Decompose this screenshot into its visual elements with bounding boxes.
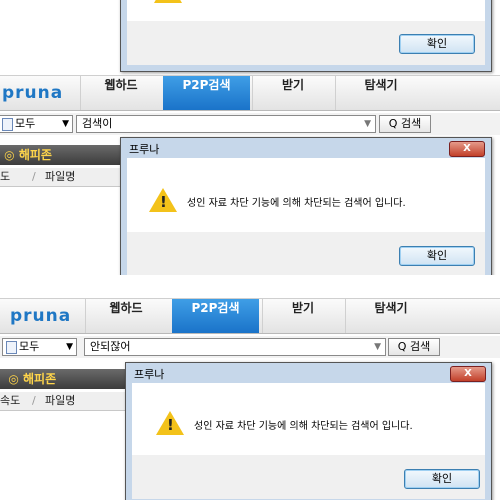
dialog-body: ! 성인 자료 차단 기능에 의해 차단되는 검색어 입니다. — [127, 158, 485, 232]
category-select[interactable]: 모두 ▼ — [2, 338, 77, 356]
column-filename[interactable]: 파일명 — [45, 168, 75, 186]
tab-explorer[interactable]: 탐색기 — [335, 76, 426, 110]
happy-zone-label: 해피존 — [18, 148, 52, 162]
column-header: 도 / 파일명 — [0, 168, 130, 187]
tab-explorer[interactable]: 탐색기 — [345, 299, 436, 333]
screenshot-panel-1: pruna 웹하드 P2P검색 받기 탐색기 모두 ▼ 검색이 ▼ Q 검색 ◎… — [0, 75, 500, 275]
search-input[interactable]: 검색이 ▼ — [76, 115, 376, 133]
dropdown-arrow-icon: ▼ — [66, 342, 73, 352]
pruna-logo: pruna — [10, 306, 72, 326]
history-dropdown-icon[interactable]: ▼ — [374, 339, 381, 355]
category-label: 모두 — [19, 340, 40, 353]
category-select[interactable]: 모두 ▼ — [0, 115, 73, 133]
pruna-logo: pruna — [2, 83, 64, 103]
dialog-footer: 확인 — [127, 21, 485, 65]
happy-zone-label: 해피존 — [23, 372, 57, 386]
ok-button[interactable]: 확인 — [399, 34, 475, 54]
happy-zone-bar[interactable]: ◎ 해피존 — [0, 369, 130, 389]
search-input[interactable]: 안되잖어 ▼ — [84, 338, 386, 356]
alert-dialog: 프루나 X ! 성인 자료 차단 기능에 의해 차단되는 검색어 입니다. 확인 — [120, 137, 492, 275]
close-button[interactable]: X — [450, 366, 486, 382]
ok-button[interactable]: 확인 — [404, 469, 480, 489]
document-icon — [2, 118, 13, 131]
main-navbar: pruna 웹하드 P2P검색 받기 탐색기 — [0, 298, 500, 334]
tab-download[interactable]: 받기 — [262, 299, 343, 333]
top-partial-panel: ! 확인 — [0, 0, 500, 75]
warning-icon: ! — [149, 188, 177, 212]
screenshot-panel-2: pruna 웹하드 P2P검색 받기 탐색기 모두 ▼ 안되잖어 ▼ Q 검색 … — [0, 298, 500, 500]
dialog-body: ! 성인 자료 차단 기능에 의해 차단되는 검색어 입니다. — [132, 383, 485, 455]
document-icon — [6, 341, 17, 354]
column-filename[interactable]: 파일명 — [45, 392, 75, 410]
alert-dialog: 프루나 X ! 성인 자료 차단 기능에 의해 차단되는 검색어 입니다. 확인 — [125, 362, 492, 500]
dialog-title: 프루나 — [129, 143, 160, 156]
tab-webhard[interactable]: 웹하드 — [85, 299, 166, 333]
dialog-cropped: ! 확인 — [120, 0, 492, 72]
column-speed[interactable]: 속도 — [0, 392, 20, 410]
search-query: 안되잖어 — [90, 340, 131, 353]
warning-icon: ! — [156, 411, 184, 435]
tab-download[interactable]: 받기 — [252, 76, 333, 110]
search-button[interactable]: Q 검색 — [379, 115, 431, 133]
dialog-footer: 확인 — [132, 455, 485, 499]
dialog-message: 성인 자료 차단 기능에 의해 차단되는 검색어 입니다. — [194, 421, 413, 432]
dialog-message: 성인 자료 차단 기능에 의해 차단되는 검색어 입니다. — [187, 198, 406, 209]
tab-webhard[interactable]: 웹하드 — [80, 76, 161, 110]
dialog-title: 프루나 — [134, 368, 165, 381]
tab-p2p-search[interactable]: P2P검색 — [172, 299, 259, 333]
tab-p2p-search[interactable]: P2P검색 — [163, 76, 250, 110]
ok-button[interactable]: 확인 — [399, 246, 475, 266]
column-header: 속도 / 파일명 — [0, 392, 130, 411]
dialog-footer: 확인 — [127, 232, 485, 275]
search-row: 모두 ▼ 검색이 ▼ Q 검색 — [0, 113, 500, 135]
history-dropdown-icon[interactable]: ▼ — [364, 116, 371, 132]
search-query: 검색이 — [82, 117, 113, 130]
search-button[interactable]: Q 검색 — [388, 338, 440, 356]
dialog-body: ! — [127, 0, 485, 21]
warning-icon: ! — [154, 0, 182, 3]
category-label: 모두 — [15, 117, 36, 130]
close-button[interactable]: X — [449, 141, 485, 157]
main-navbar: pruna 웹하드 P2P검색 받기 탐색기 — [0, 75, 500, 111]
column-speed[interactable]: 도 — [0, 168, 10, 186]
happy-zone-bar[interactable]: ◎ 해피존 — [0, 145, 130, 165]
search-row: 모두 ▼ 안되잖어 ▼ Q 검색 — [0, 336, 500, 358]
dropdown-arrow-icon: ▼ — [62, 119, 69, 129]
